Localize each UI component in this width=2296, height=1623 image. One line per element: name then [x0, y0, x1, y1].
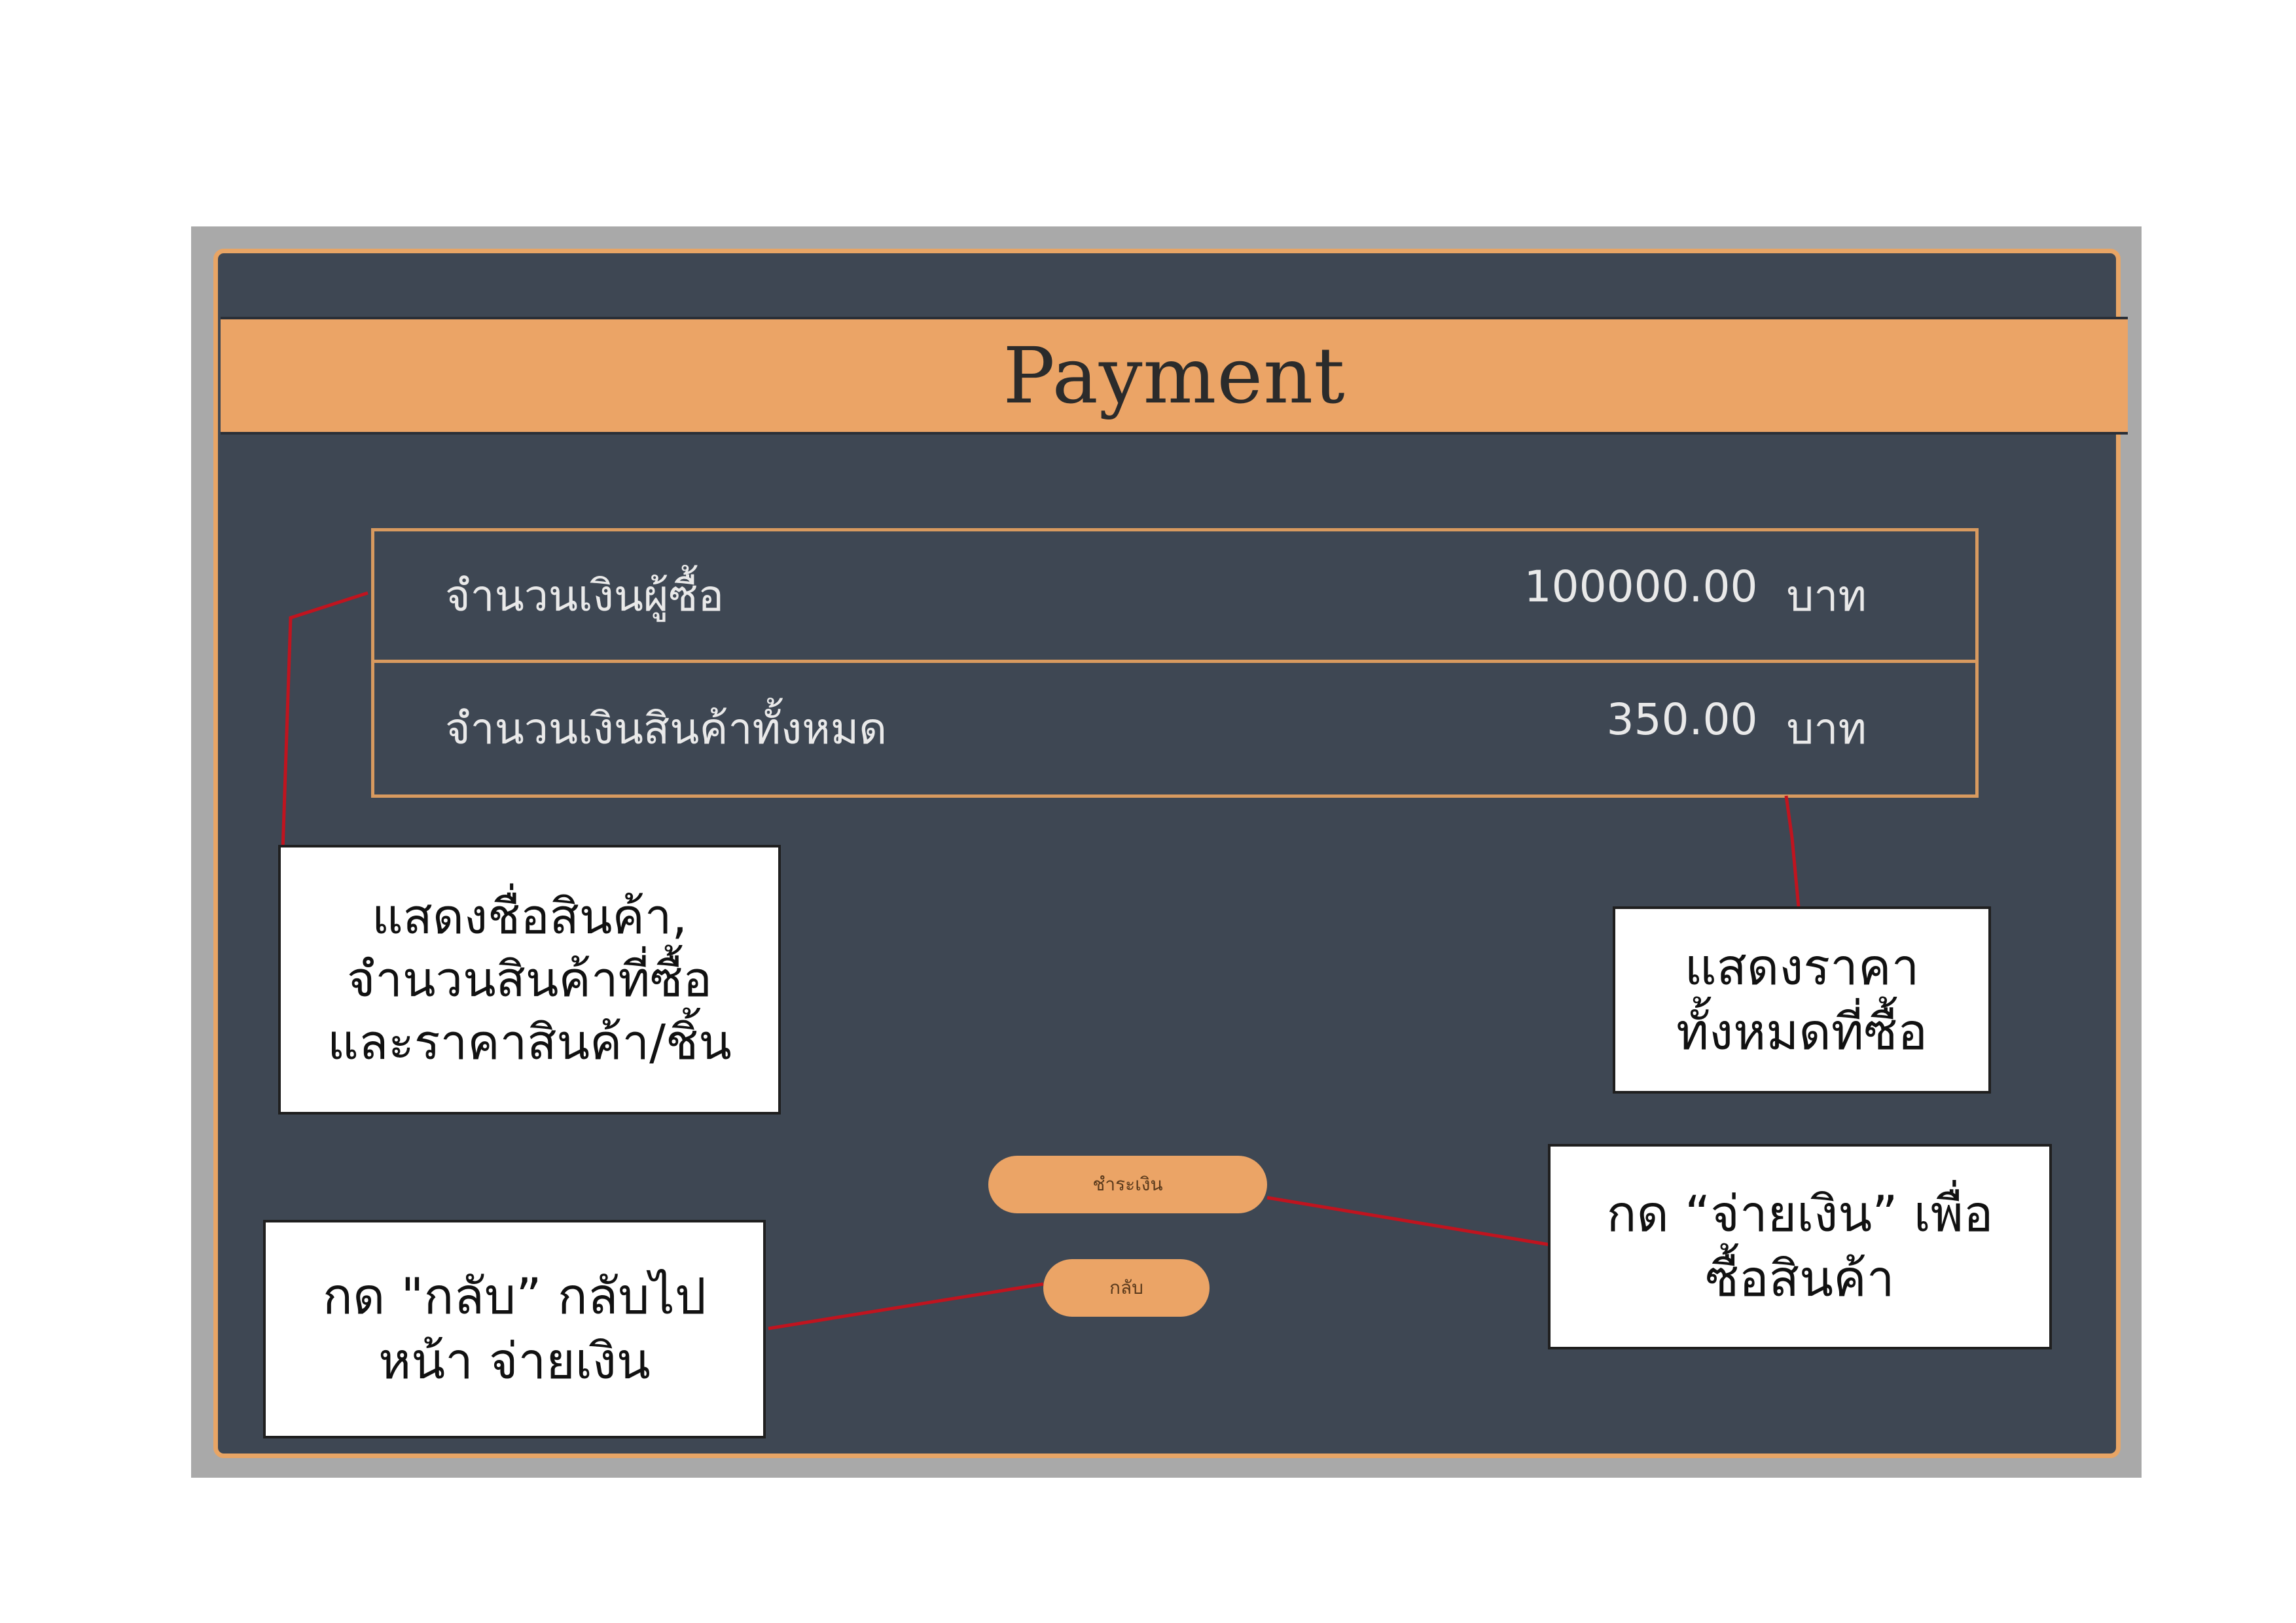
annotation-total-price: แสดงราคา ทั้งหมดที่ซื้อ [1613, 906, 1991, 1094]
annotation-back-hint-line-1: กด "กลับ” กลับไป [322, 1267, 707, 1326]
buyer-amount-row: จำนวนเงินผู้ซื้อ 100000.00 บาท [374, 531, 1975, 663]
annotation-product-details-line-1: แสดงชื่อสินค้า, [371, 888, 688, 945]
page: Payment จำนวนเงินผู้ซื้อ 100000.00 บาท จ… [0, 0, 2296, 1623]
annotation-product-details: แสดงชื่อสินค้า, จำนวนสินค้าที่ซื้อ และรา… [278, 845, 781, 1115]
annotation-total-price-line-2: ทั้งหมดที่ซื้อ [1676, 1003, 1928, 1061]
annotation-pay-hint-line-2: ซื้อสินค้า [1705, 1249, 1895, 1308]
annotation-product-details-line-2: จำนวนสินค้าที่ซื้อ [347, 951, 712, 1008]
annotation-back-hint: กด "กลับ” กลับไป หน้า จ่ายเงิน [263, 1220, 766, 1438]
payment-summary-table: จำนวนเงินผู้ซื้อ 100000.00 บาท จำนวนเงิน… [371, 528, 1979, 798]
buyer-amount-value: 100000.00 [1524, 561, 1758, 612]
buyer-amount-unit: บาท [1786, 570, 1867, 621]
back-button[interactable]: กลับ [1043, 1259, 1210, 1317]
back-button-label: กลับ [1109, 1277, 1143, 1298]
total-amount-value: 350.00 [1606, 694, 1758, 745]
title-bar: Payment [221, 317, 2128, 435]
buyer-amount-value-group: 100000.00 บาท [1524, 562, 1867, 630]
total-amount-row: จำนวนเงินสินค้าทั้งหมด 350.00 บาท [374, 663, 1975, 794]
annotation-pay-hint: กด “จ่ายเงิน” เพื่อ ซื้อสินค้า [1548, 1144, 2052, 1349]
annotation-back-hint-line-2: หน้า จ่ายเงิน [378, 1332, 651, 1390]
annotation-product-details-line-3: และราคาสินค้า/ชิ้น [327, 1014, 732, 1071]
total-amount-value-group: 350.00 บาท [1607, 694, 1867, 763]
annotation-total-price-line-1: แสดงราคา [1684, 938, 1920, 997]
total-amount-unit: บาท [1786, 704, 1867, 754]
pay-button-label: ชำระเงิน [1092, 1173, 1163, 1195]
annotation-pay-hint-line-1: กด “จ่ายเงิน” เพื่อ [1606, 1185, 1994, 1243]
pay-button[interactable]: ชำระเงิน [988, 1156, 1267, 1213]
buyer-amount-label: จำนวนเงินผู้ซื้อ [445, 570, 725, 621]
page-title: Payment [1003, 330, 1346, 421]
total-amount-label: จำนวนเงินสินค้าทั้งหมด [445, 704, 888, 754]
